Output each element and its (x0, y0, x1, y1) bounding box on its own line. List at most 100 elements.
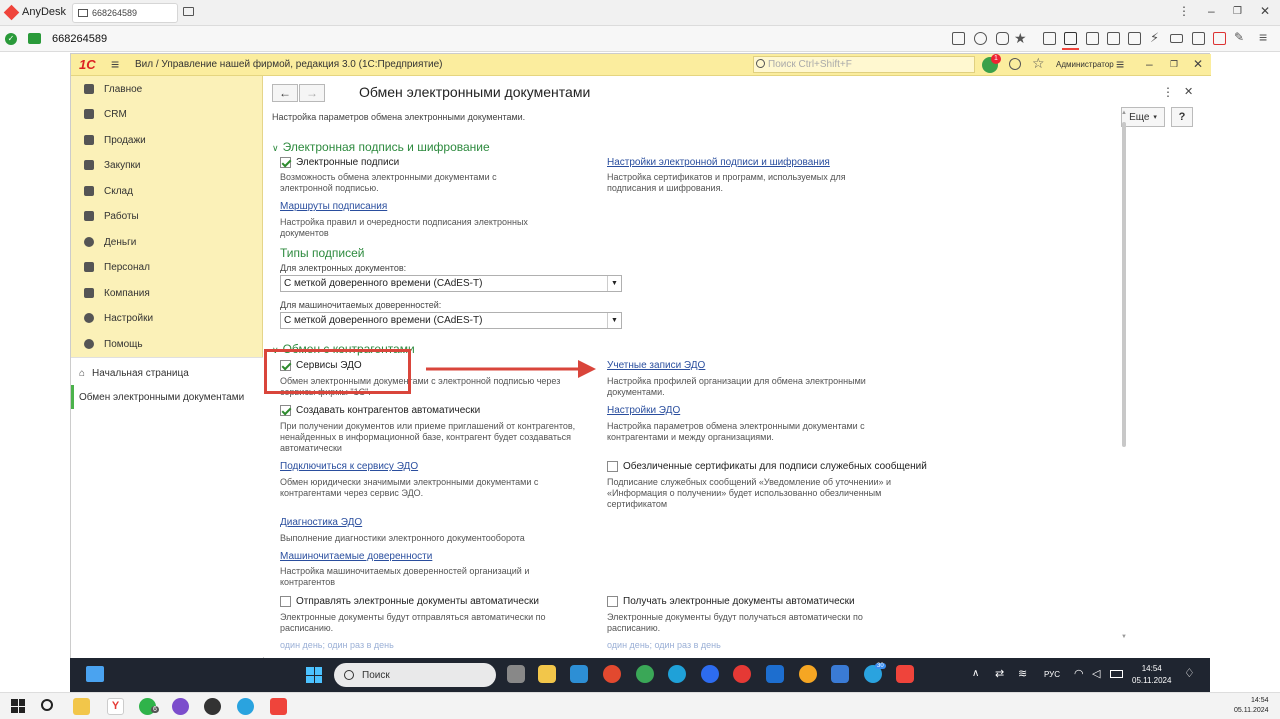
chrome-alt-icon[interactable] (636, 665, 654, 683)
onec-close-icon[interactable]: ✕ (1193, 57, 1203, 71)
image-app-icon[interactable] (831, 665, 849, 683)
local-anydesk-icon[interactable] (270, 698, 287, 715)
tray-chevron-icon[interactable]: ∧ (972, 668, 979, 679)
minimize-icon[interactable]: – (1208, 4, 1215, 18)
forward-button[interactable]: → (299, 84, 325, 102)
sidebar-item-sales[interactable]: Продажи (71, 128, 263, 152)
home-page-link[interactable]: ⌂ Начальная страница (71, 361, 263, 385)
more-button[interactable]: Еще ▾ (1121, 107, 1165, 127)
local-obs-icon[interactable] (204, 698, 221, 715)
database-icon[interactable] (996, 32, 1009, 45)
onec-taskbar-icon[interactable] (799, 665, 817, 683)
close-icon[interactable]: ✕ (1260, 4, 1270, 18)
edo-diagnostics-link[interactable]: Диагностика ЭДО (280, 517, 362, 528)
history-icon[interactable] (1009, 58, 1021, 70)
notification-bell-icon[interactable]: ♢ (1184, 666, 1195, 680)
sidebar-item-company[interactable]: Компания (71, 281, 263, 305)
local-clock[interactable]: 14:54 05.11.2024 (1234, 696, 1269, 716)
hamburger-icon[interactable]: ≡ (1259, 29, 1267, 45)
local-yandex-icon[interactable]: Y (107, 698, 124, 715)
main-menu-icon[interactable]: ≡ (111, 56, 119, 72)
form-close-icon[interactable]: ✕ (1184, 85, 1193, 98)
local-explorer-icon[interactable] (73, 698, 90, 715)
store-icon[interactable] (570, 665, 588, 683)
keyboard-icon[interactable] (1170, 34, 1183, 43)
tray-network-icon[interactable]: ⇄ (995, 667, 1004, 680)
sidebar-item-settings[interactable]: Настройки (71, 306, 263, 330)
impersonal-certs-checkbox[interactable]: Обезличенные сертификаты для подписи слу… (607, 461, 927, 472)
onec-restore-icon[interactable]: ❐ (1170, 59, 1178, 70)
local-search-icon[interactable] (41, 699, 53, 711)
dropdown-arrow-icon[interactable]: ▼ (607, 313, 621, 328)
form-scrollbar[interactable] (1122, 122, 1126, 447)
auto-send-schedule-link[interactable]: один день; один раз в день (280, 640, 394, 650)
session-tab[interactable]: 668264589 (72, 3, 178, 23)
view-icon[interactable] (1086, 32, 1099, 45)
task-view-icon[interactable] (507, 665, 525, 683)
scroll-down-icon[interactable]: ▼ (1121, 634, 1127, 640)
new-session-icon[interactable] (183, 7, 194, 16)
esig-checkbox[interactable]: Электронные подписи (280, 157, 399, 168)
current-user[interactable]: Администратор (1056, 60, 1114, 69)
help-button[interactable]: ? (1171, 107, 1193, 127)
tray-equalizer-icon[interactable]: ≋ (1018, 667, 1027, 680)
auto-receive-checkbox[interactable]: Получать электронные документы автоматич… (607, 596, 855, 607)
widgets-icon[interactable] (86, 666, 104, 682)
edocs-signature-select[interactable]: С меткой доверенного времени (CAdES-T) ▼ (280, 275, 622, 292)
signing-routes-link[interactable]: Маршруты подписания (280, 201, 387, 212)
sidebar-item-crm[interactable]: CRM (71, 102, 263, 126)
section-signature-header[interactable]: ∨ Электронная подпись и шифрование (272, 140, 490, 154)
yandex-icon[interactable] (733, 665, 751, 683)
local-telegram-icon[interactable] (237, 698, 254, 715)
record-icon[interactable] (1213, 32, 1226, 45)
pen-icon[interactable]: ✎ (1234, 30, 1244, 44)
active-window-link[interactable]: Обмен электронными документами (71, 385, 263, 409)
favorites-icon[interactable]: ☆ (1032, 55, 1045, 72)
menu-kebab-icon[interactable]: ⋮ (1178, 4, 1190, 18)
sidebar-item-personnel[interactable]: Персонал (71, 255, 263, 279)
back-button[interactable]: ← (272, 84, 298, 102)
volume-icon[interactable]: ◁ (1092, 667, 1100, 680)
onec-minimize-icon[interactable]: – (1146, 57, 1153, 71)
battery-icon[interactable] (1110, 670, 1123, 678)
restore-icon[interactable]: ❐ (1233, 6, 1242, 17)
file-transfer-icon[interactable] (1043, 32, 1056, 45)
poa-signature-select[interactable]: С меткой доверенного времени (CAdES-T) ▼ (280, 312, 622, 329)
input-icon[interactable] (974, 32, 987, 45)
wifi-icon[interactable]: ◠ (1074, 667, 1084, 680)
chrome-icon[interactable] (603, 665, 621, 683)
auto-send-checkbox[interactable]: Отправлять электронные документы автомат… (280, 596, 539, 607)
zoom-icon[interactable] (701, 665, 719, 683)
edo-settings-link[interactable]: Настройки ЭДО (607, 405, 680, 416)
auto-contractors-checkbox[interactable]: Создавать контрагентов автоматически (280, 405, 480, 416)
local-vpn-icon[interactable] (172, 698, 189, 715)
taskbar-clock[interactable]: 14:54 05.11.2024 (1132, 663, 1171, 687)
screen-icon[interactable] (1107, 32, 1120, 45)
sidebar-item-money[interactable]: Деньги (71, 230, 263, 254)
action-icon[interactable]: ⚡ (1150, 30, 1159, 46)
windows-start-icon[interactable] (306, 667, 322, 683)
edo-accounts-link[interactable]: Учетные записи ЭДО (607, 360, 705, 371)
anydesk-taskbar-icon[interactable] (896, 665, 914, 683)
dropdown-arrow-icon[interactable]: ▼ (607, 276, 621, 291)
connect-edo-link[interactable]: Подключиться к сервису ЭДО (280, 461, 418, 472)
star-icon[interactable]: ★ (1014, 30, 1027, 47)
display-icon[interactable] (1192, 32, 1205, 45)
sidebar-item-warehouse[interactable]: Склад (71, 179, 263, 203)
monitor-select-icon[interactable] (1064, 32, 1077, 45)
esig-settings-link[interactable]: Настройки электронной подписи и шифрован… (607, 157, 830, 168)
chat-icon[interactable] (1128, 32, 1141, 45)
mpoa-link[interactable]: Машиночитаемые доверенности (280, 551, 432, 562)
sidebar-item-purchases[interactable]: Закупки (71, 153, 263, 177)
local-start-icon[interactable] (11, 699, 25, 713)
arrow-app-icon[interactable] (766, 665, 784, 683)
taskbar-search[interactable]: Поиск (334, 663, 496, 687)
auto-receive-schedule-link[interactable]: один день; один раз в день (607, 640, 721, 650)
sidebar-item-main[interactable]: Главное (71, 77, 263, 101)
file-explorer-icon[interactable] (538, 665, 556, 683)
form-menu-icon[interactable]: ⋮ (1162, 85, 1174, 99)
scroll-up-icon[interactable]: ▲ (1121, 110, 1127, 116)
privacy-icon[interactable] (952, 32, 965, 45)
edge-icon[interactable] (668, 665, 686, 683)
sidebar-item-help[interactable]: Помощь (71, 332, 263, 356)
